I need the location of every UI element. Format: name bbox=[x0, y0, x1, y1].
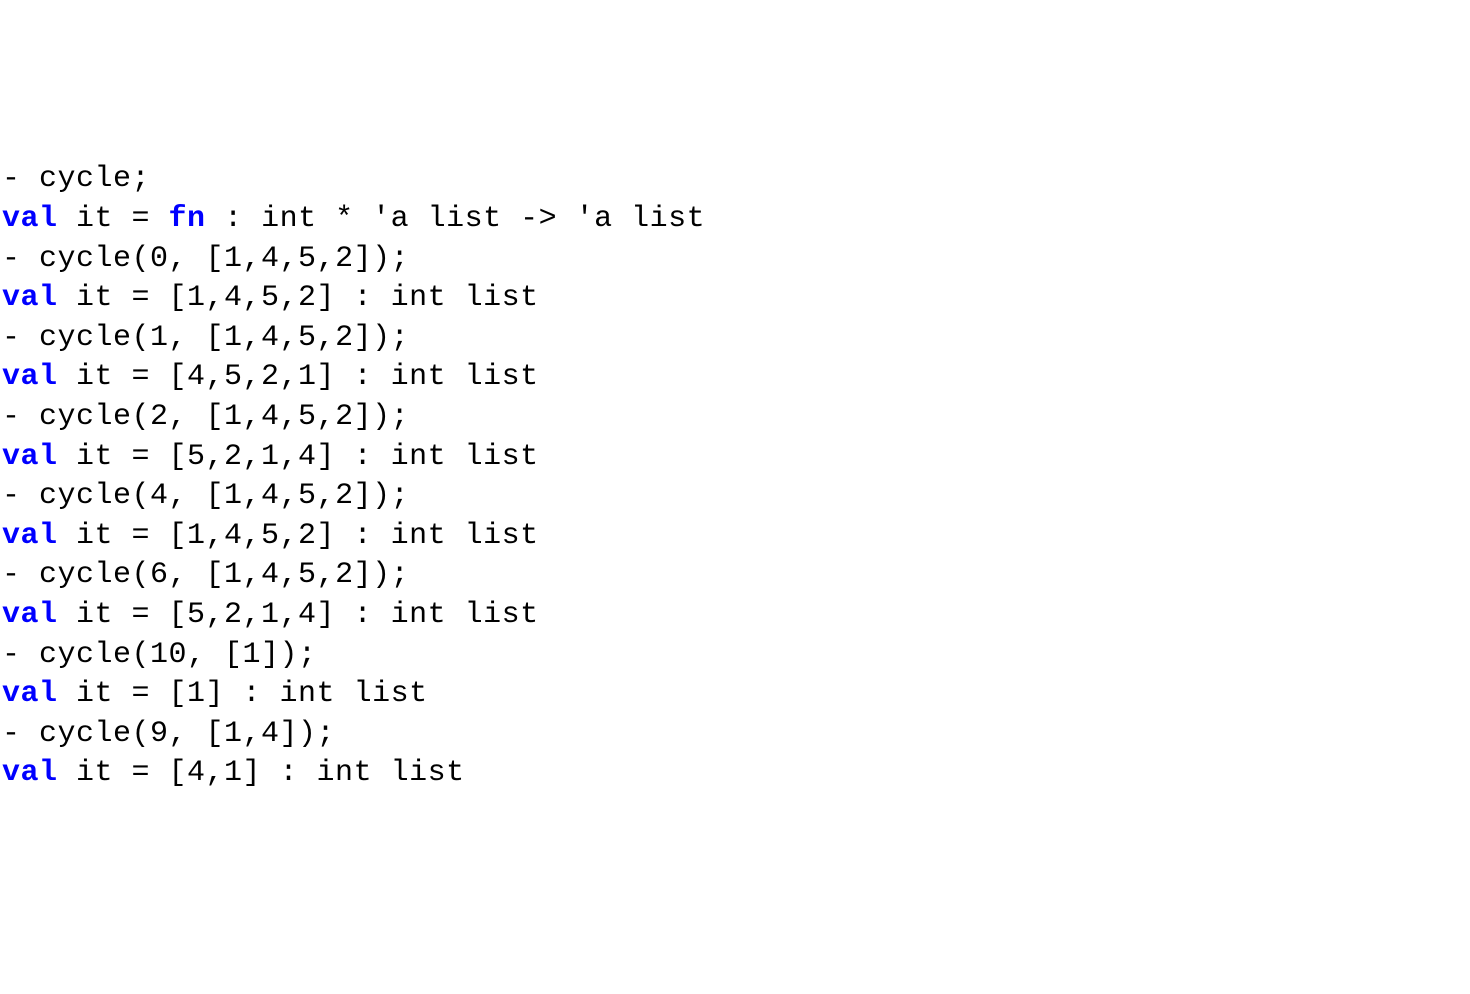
keyword-val: val bbox=[2, 756, 58, 790]
code-text: it = [1,4,5,2] : int list bbox=[58, 281, 539, 315]
prompt-dash: - bbox=[2, 638, 39, 672]
code-line: val it = [1,4,5,2] : int list bbox=[2, 519, 539, 553]
code-text: it = [4,5,2,1] : int list bbox=[58, 360, 539, 394]
keyword-fn: fn bbox=[169, 202, 206, 236]
code-text: it = [4,1] : int list bbox=[58, 756, 465, 790]
code-line: - cycle(9, [1,4]); bbox=[2, 717, 335, 751]
code-text: cycle(1, [1,4,5,2]); bbox=[39, 321, 409, 355]
code-text: cycle(10, [1]); bbox=[39, 638, 317, 672]
code-line: val it = [4,5,2,1] : int list bbox=[2, 360, 539, 394]
code-line: - cycle(0, [1,4,5,2]); bbox=[2, 242, 409, 276]
prompt-dash: - bbox=[2, 162, 39, 196]
code-line: - cycle(1, [1,4,5,2]); bbox=[2, 321, 409, 355]
code-text: cycle(4, [1,4,5,2]); bbox=[39, 479, 409, 513]
code-line: val it = fn : int * 'a list -> 'a list bbox=[2, 202, 705, 236]
code-text: cycle(0, [1,4,5,2]); bbox=[39, 242, 409, 276]
code-line: val it = [5,2,1,4] : int list bbox=[2, 440, 539, 474]
code-line: val it = [1] : int list bbox=[2, 677, 428, 711]
keyword-val: val bbox=[2, 440, 58, 474]
code-line: val it = [1,4,5,2] : int list bbox=[2, 281, 539, 315]
code-line: - cycle(2, [1,4,5,2]); bbox=[2, 400, 409, 434]
code-line: - cycle(6, [1,4,5,2]); bbox=[2, 558, 409, 592]
keyword-val: val bbox=[2, 202, 58, 236]
code-text: cycle; bbox=[39, 162, 150, 196]
code-text: it = [5,2,1,4] : int list bbox=[58, 440, 539, 474]
prompt-dash: - bbox=[2, 321, 39, 355]
keyword-val: val bbox=[2, 281, 58, 315]
prompt-dash: - bbox=[2, 479, 39, 513]
code-text: cycle(6, [1,4,5,2]); bbox=[39, 558, 409, 592]
prompt-dash: - bbox=[2, 717, 39, 751]
keyword-val: val bbox=[2, 677, 58, 711]
code-line: val it = [5,2,1,4] : int list bbox=[2, 598, 539, 632]
code-text: it = [1,4,5,2] : int list bbox=[58, 519, 539, 553]
prompt-dash: - bbox=[2, 400, 39, 434]
code-text: : int * 'a list -> 'a list bbox=[206, 202, 706, 236]
code-line: - cycle; bbox=[2, 162, 150, 196]
code-block: - cycle; val it = fn : int * 'a list -> … bbox=[2, 160, 1468, 794]
code-line: val it = [4,1] : int list bbox=[2, 756, 465, 790]
code-line: - cycle(4, [1,4,5,2]); bbox=[2, 479, 409, 513]
code-text: cycle(2, [1,4,5,2]); bbox=[39, 400, 409, 434]
code-text: it = bbox=[58, 202, 169, 236]
code-text: cycle(9, [1,4]); bbox=[39, 717, 335, 751]
code-line: - cycle(10, [1]); bbox=[2, 638, 317, 672]
keyword-val: val bbox=[2, 598, 58, 632]
code-text: it = [5,2,1,4] : int list bbox=[58, 598, 539, 632]
code-text: it = [1] : int list bbox=[58, 677, 428, 711]
keyword-val: val bbox=[2, 360, 58, 394]
prompt-dash: - bbox=[2, 242, 39, 276]
keyword-val: val bbox=[2, 519, 58, 553]
prompt-dash: - bbox=[2, 558, 39, 592]
